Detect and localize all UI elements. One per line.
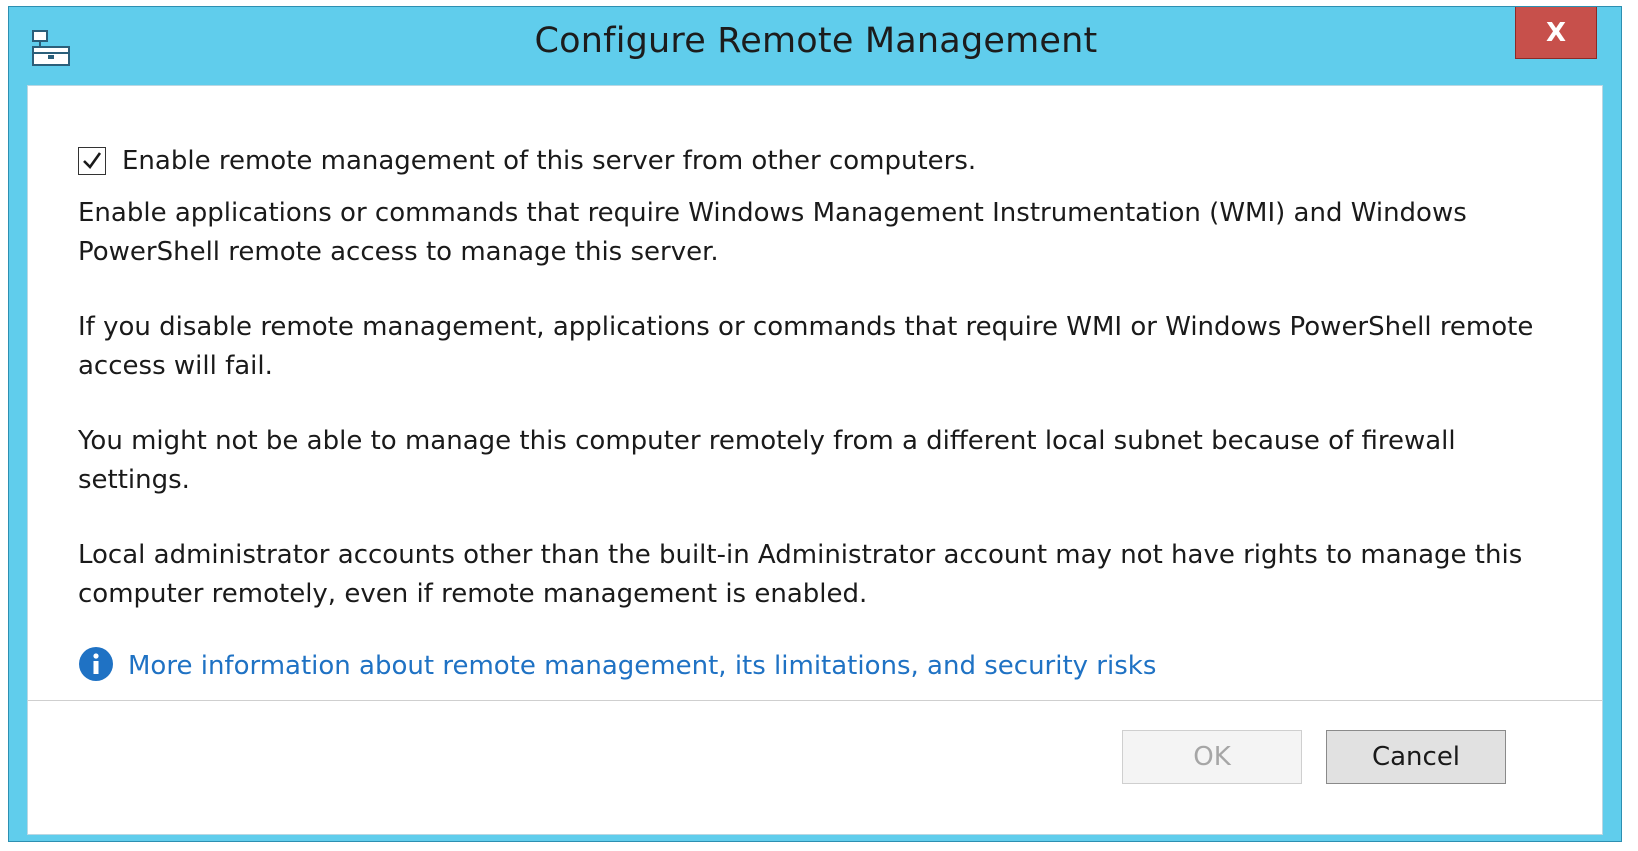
- close-button[interactable]: X: [1515, 7, 1597, 59]
- disable-warning-paragraph: If you disable remote management, applic…: [78, 312, 1534, 381]
- more-info-row: More information about remote management…: [78, 646, 1156, 686]
- cancel-button[interactable]: Cancel: [1326, 730, 1506, 784]
- info-icon: [78, 646, 114, 686]
- more-info-link[interactable]: More information about remote management…: [128, 651, 1156, 681]
- button-area-divider: [28, 700, 1602, 701]
- enable-remote-management-row[interactable]: Enable remote management of this server …: [78, 146, 976, 176]
- close-icon: X: [1545, 17, 1567, 48]
- title-bar[interactable]: Configure Remote Management X: [9, 7, 1621, 85]
- firewall-paragraph: You might not be able to manage this com…: [78, 426, 1456, 495]
- checkbox-label[interactable]: Enable remote management of this server …: [122, 146, 976, 176]
- enable-remote-management-checkbox[interactable]: [78, 147, 106, 175]
- dialog-window: Configure Remote Management X Enable rem…: [8, 6, 1622, 842]
- description-paragraph: Enable applications or commands that req…: [78, 198, 1467, 267]
- ok-button[interactable]: OK: [1122, 730, 1302, 784]
- dialog-body: Enable remote management of this server …: [27, 85, 1603, 835]
- checkmark-icon: [83, 152, 102, 170]
- admin-accounts-paragraph: Local administrator accounts other than …: [78, 540, 1523, 609]
- content-area: Enable remote management of this server …: [28, 86, 1602, 731]
- window-title: Configure Remote Management: [534, 21, 1098, 61]
